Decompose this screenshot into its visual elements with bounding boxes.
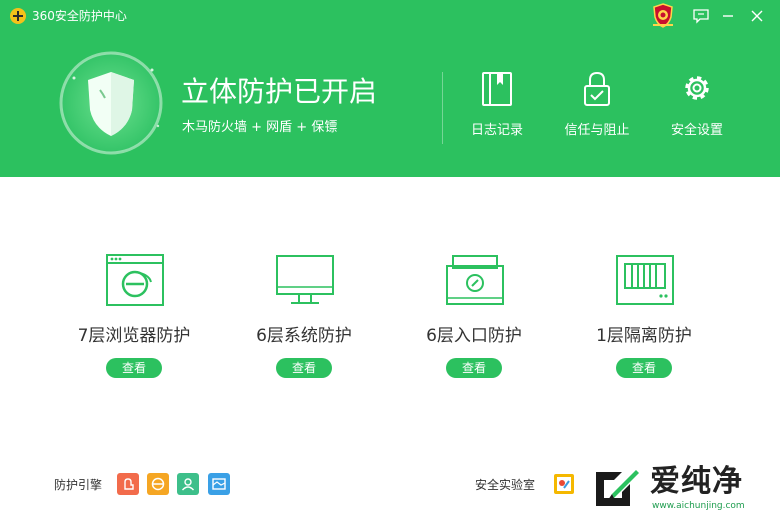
protection-engine-label: 防护引擎 [54,478,103,492]
watermark-title: 爱纯净 [650,464,743,499]
feature-title: 1层隔离防护 [596,326,692,346]
log-book-icon [481,70,513,108]
titlebar: 360安全防护中心 [0,0,780,32]
app-window: 360安全防护中心 立体防护已开启 木马防火墙 + 网盾 + 保镖 日志记录 信… [0,0,780,520]
app-title: 360安全防护中心 [32,9,127,23]
header-divider [442,72,443,144]
feature-system-protection: 6层系统防护 查看 [229,252,379,382]
feature-title: 6层入口防护 [426,326,522,346]
minimize-icon[interactable] [718,6,738,26]
shield-icon [56,48,166,158]
watermark-url: www.aichunjing.com [652,501,745,511]
monitor-icon [275,252,335,310]
lock-check-icon [581,70,613,108]
log-record-button[interactable]: 日志记录 [452,70,542,150]
app-logo-icon [10,8,26,24]
isolation-icon [615,252,675,310]
chat-icon[interactable] [691,6,711,26]
engine-card-icon[interactable] [208,473,230,495]
protection-components: 木马防火墙 + 网盾 + 保镖 [182,120,338,135]
watermark-logo-icon [592,466,640,510]
view-system-protection-button[interactable]: 查看 [276,358,332,378]
view-browser-protection-button[interactable]: 查看 [106,358,162,378]
feature-title: 6层系统防护 [256,326,352,346]
watermark: 爱纯净 www.aichunjing.com [588,462,776,518]
guardian-badge-icon[interactable] [651,3,675,29]
engine-user-icon[interactable] [177,473,199,495]
engine-e-icon[interactable] [147,473,169,495]
feature-title: 7层浏览器防护 [77,326,191,346]
feature-browser-protection: 7层浏览器防护 查看 [59,252,209,382]
lab-icon[interactable] [553,473,575,495]
browser-icon [105,252,165,310]
security-settings-button[interactable]: 安全设置 [652,70,742,150]
entrance-icon [445,252,505,310]
protection-status-title: 立体防护已开启 [181,75,378,108]
security-lab-label: 安全实验室 [475,478,536,492]
view-entrance-protection-button[interactable]: 查看 [446,358,502,378]
feature-isolation-protection: 1层隔离防护 查看 [569,252,719,382]
engine-hand-icon[interactable] [117,473,139,495]
gear-icon [681,70,713,108]
close-icon[interactable] [747,6,767,26]
view-isolation-protection-button[interactable]: 查看 [616,358,672,378]
trust-block-button[interactable]: 信任与阻止 [552,70,642,150]
feature-entrance-protection: 6层入口防护 查看 [399,252,549,382]
status-header: 360安全防护中心 立体防护已开启 木马防火墙 + 网盾 + 保镖 日志记录 信… [0,0,780,177]
